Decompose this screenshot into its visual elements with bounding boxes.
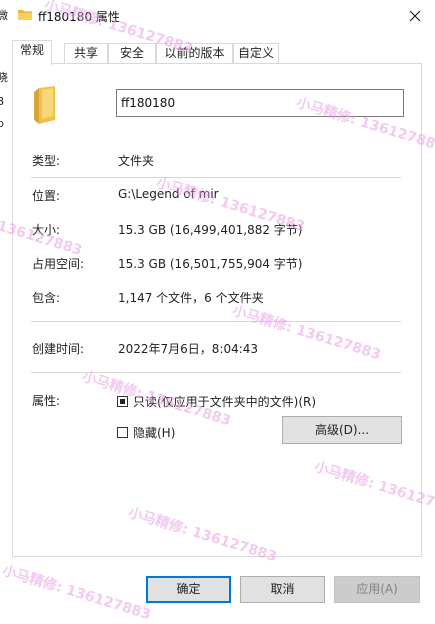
hidden-label: 隐藏(H) <box>133 426 176 440</box>
advanced-button[interactable]: 高级(D)... <box>282 416 402 444</box>
ok-button[interactable]: 确定 <box>146 576 231 603</box>
contains-label: 包含: <box>32 291 61 305</box>
background-window-fragment: 微 晓 8 p <box>0 0 8 140</box>
tab-sharing[interactable]: 共享 <box>64 43 108 63</box>
folder-name-input[interactable] <box>116 89 404 117</box>
tab-customize[interactable]: 自定义 <box>233 43 279 63</box>
readonly-label: 只读(仅应用于文件夹中的文件)(R) <box>133 395 317 409</box>
type-label: 类型: <box>32 154 61 168</box>
divider <box>31 177 401 178</box>
size-label: 大小: <box>32 223 61 237</box>
background-text: 微 <box>0 9 8 22</box>
divider <box>31 372 401 373</box>
apply-button[interactable]: 应用(A) <box>334 576 420 603</box>
size-value: 15.3 GB (16,499,401,882 字节) <box>118 223 303 237</box>
window-title: ff180180 属性 <box>38 10 120 24</box>
divider <box>31 321 401 322</box>
close-button[interactable] <box>395 0 435 32</box>
created-label: 创建时间: <box>32 342 85 356</box>
tab-security[interactable]: 安全 <box>108 43 156 63</box>
watermark: 小马精修: 136127883 <box>0 562 153 624</box>
folder-icon <box>18 10 32 20</box>
hidden-checkbox[interactable]: 隐藏(H) <box>117 424 175 441</box>
contains-value: 1,147 个文件，6 个文件夹 <box>118 291 264 305</box>
checkbox-indeterminate-icon[interactable] <box>117 396 128 407</box>
created-value: 2022年7月6日，8:04:43 <box>118 342 259 356</box>
cancel-button[interactable]: 取消 <box>240 576 325 603</box>
tab-bar: 常规 共享 安全 以前的版本 自定义 <box>12 40 420 65</box>
general-panel <box>12 63 422 557</box>
close-icon <box>409 10 421 22</box>
location-label: 位置: <box>32 189 61 203</box>
background-text: 晓 <box>0 71 8 84</box>
background-text: p <box>0 117 4 130</box>
disk-size-label: 占用空间: <box>32 257 85 271</box>
attributes-label: 属性: <box>32 394 61 408</box>
readonly-checkbox[interactable]: 只读(仅应用于文件夹中的文件)(R) <box>117 393 316 410</box>
tab-general[interactable]: 常规 <box>12 40 52 65</box>
type-value: 文件夹 <box>118 154 155 168</box>
folder-icon <box>34 86 55 124</box>
background-text: 8 <box>0 95 4 108</box>
disk-size-value: 15.3 GB (16,501,755,904 字节) <box>118 257 303 271</box>
checkbox-icon[interactable] <box>117 427 128 438</box>
tab-previous-versions[interactable]: 以前的版本 <box>156 43 233 63</box>
location-value: G:\Legend of mir <box>118 187 219 201</box>
